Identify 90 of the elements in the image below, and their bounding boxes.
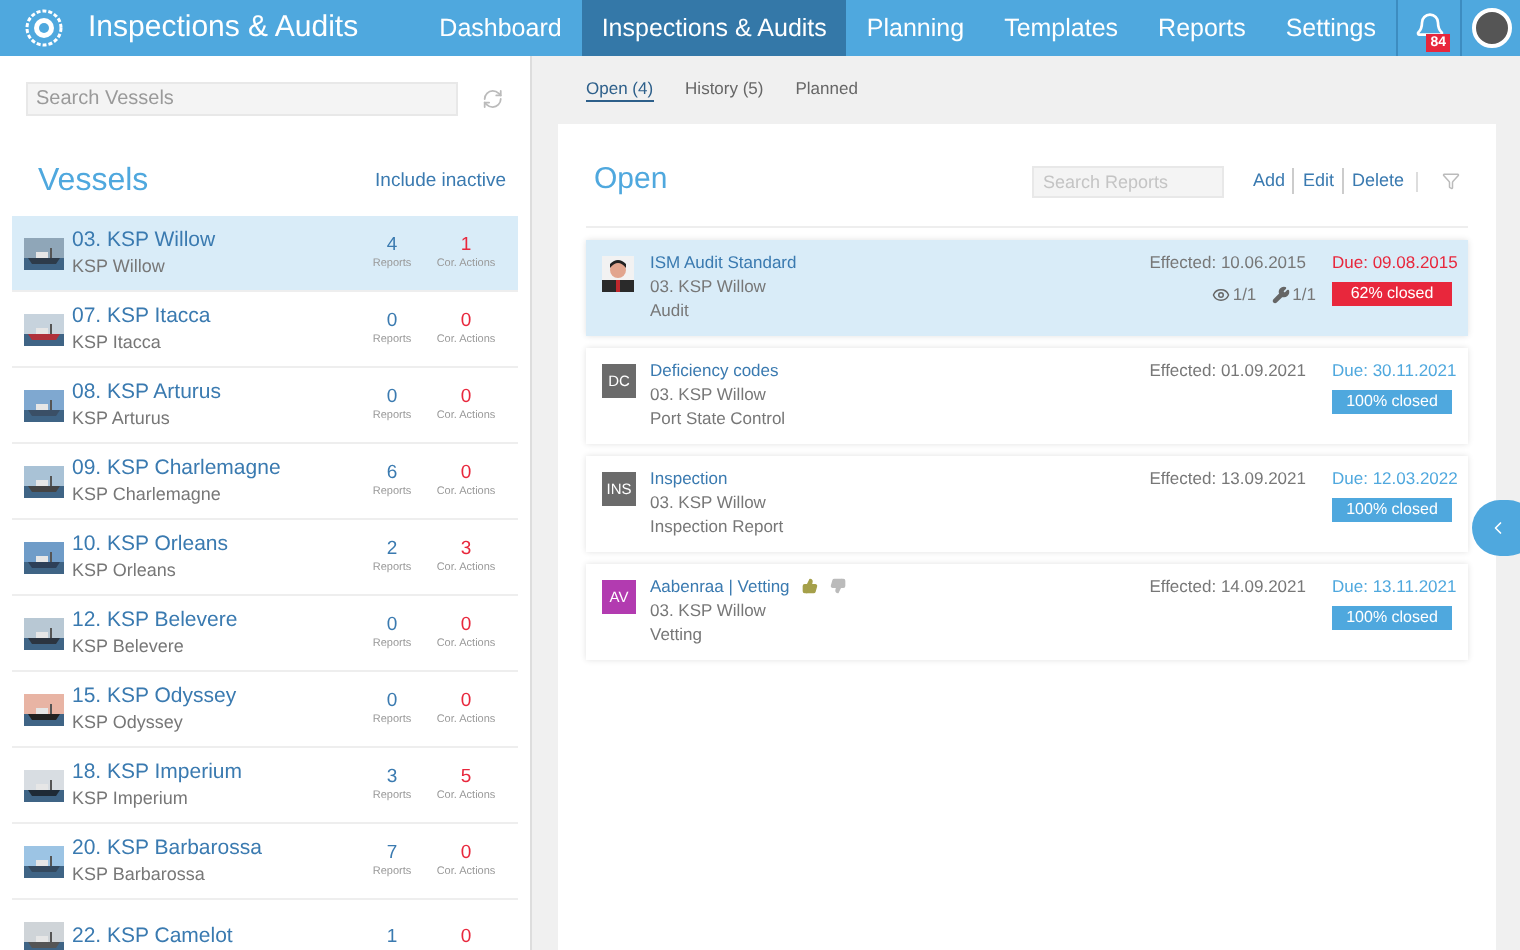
report-vessel: 03. KSP Willow [650, 274, 768, 298]
sidebar-title: Vessels [38, 162, 149, 202]
report-title: Deficiency codes [650, 358, 779, 382]
vessel-subtitle: KSP Charlemagne [72, 482, 223, 506]
reports-count: 4 [386, 234, 398, 256]
vessel-name: 18. KSP Imperium [72, 760, 245, 786]
thumbs-up-icon[interactable] [801, 578, 818, 594]
actions-count: 3 [460, 538, 472, 560]
report-vessel: 03. KSP Willow [650, 490, 768, 514]
vessel-name: 20. KSP Barbarossa [72, 836, 264, 862]
vessel-name: 15. KSP Odyssey [72, 684, 239, 710]
action-link[interactable]: Delete [1343, 167, 1412, 195]
vessel-name: 12. KSP Belevere [72, 608, 240, 634]
actions-count: 0 [460, 386, 472, 408]
nav-tab[interactable]: Reports [1138, 0, 1266, 56]
report-title: ISM Audit Standard [650, 250, 797, 274]
reports-count: 0 [386, 690, 398, 712]
reports-count: 7 [386, 842, 398, 864]
vessel-subtitle: KSP Imperium [72, 786, 190, 810]
closed-badge: 100% closed [1332, 606, 1452, 630]
wrench-icon [1272, 285, 1291, 304]
report-type: Vetting [650, 622, 704, 646]
vessel-name: 08. KSP Arturus [72, 380, 224, 406]
vessel-subtitle: KSP Itacca [72, 330, 163, 354]
report-card[interactable]: ISM Audit Standard 03. KSP Willow Audit Effected: 10.06.2015 Due: 09.08.2015 1/1 1/1 62% closed [586, 240, 1468, 336]
vessel-subtitle: KSP Orleans [72, 558, 178, 582]
action-link[interactable]: Edit [1294, 167, 1344, 195]
closed-badge: 100% closed [1332, 498, 1452, 522]
vessel-name: 07. KSP Itacca [72, 304, 213, 330]
closed-badge: 100% closed [1332, 390, 1452, 414]
reports-count: 0 [386, 310, 398, 332]
reports-count: 0 [386, 386, 398, 408]
nav-tab[interactable]: Templates [984, 0, 1139, 56]
actions-count: 0 [460, 614, 472, 636]
actions-count: 1/1 [1292, 282, 1316, 308]
nav-tab[interactable]: Dashboard [419, 0, 582, 56]
effected-date: Effected: 13.09.2021 [1149, 466, 1306, 490]
actions-count: 0 [460, 690, 472, 712]
avatar[interactable] [1471, 8, 1511, 48]
report-type: Inspection Report [650, 514, 786, 538]
actions-count: 5 [460, 766, 472, 788]
actions-count: 0 [460, 842, 472, 864]
tab[interactable]: History (5) [685, 76, 764, 102]
due-date: Due: 12.03.2022 [1332, 466, 1452, 490]
vessel-name: 10. KSP Orleans [72, 532, 231, 558]
action-link[interactable]: Add [1244, 167, 1295, 195]
report-vessel: 03. KSP Willow [650, 382, 768, 406]
actions-count: 1 [460, 234, 472, 256]
app-title: Inspections & Audits [88, 7, 359, 48]
tab[interactable]: Planned [795, 76, 858, 102]
report-title: Inspection [650, 466, 728, 490]
due-date: Due: 13.11.2021 [1332, 574, 1452, 598]
due-date: Due: 09.08.2015 [1332, 250, 1452, 274]
reports-count: 0 [386, 614, 398, 636]
report-type: Port State Control [650, 406, 788, 430]
filter-icon[interactable] [1442, 172, 1460, 190]
vessel-name: 09. KSP Charlemagne [72, 456, 283, 482]
reports-count: 1 [386, 926, 398, 948]
actions-count: 0 [460, 926, 472, 948]
report-vessel: 03. KSP Willow [650, 598, 768, 622]
eye-icon [1212, 285, 1231, 304]
vessel-subtitle: KSP Odyssey [72, 710, 185, 734]
effected-date: Effected: 14.09.2021 [1149, 574, 1306, 598]
effected-date: Effected: 10.06.2015 [1149, 250, 1306, 274]
refresh-icon[interactable] [482, 88, 504, 110]
vessel-subtitle: KSP Willow [72, 254, 167, 278]
nav-tab[interactable]: Settings [1265, 0, 1396, 56]
due-date: Due: 30.11.2021 [1332, 358, 1452, 382]
actions-count: 0 [460, 462, 472, 484]
vessel-subtitle: KSP Arturus [72, 406, 172, 430]
vessel-subtitle: KSP Belevere [72, 634, 186, 658]
report-type: Audit [650, 298, 691, 322]
logo-icon [24, 8, 64, 48]
vessel-name: 03. KSP Willow [72, 228, 218, 254]
effected-date: Effected: 01.09.2021 [1149, 358, 1306, 382]
reports-count: 6 [386, 462, 398, 484]
closed-badge: 62% closed [1332, 282, 1452, 307]
panel-title: Open [594, 160, 670, 201]
report-title: Aabenraa | Vetting [650, 574, 790, 598]
tab[interactable]: Open (4) [586, 76, 654, 102]
reports-count: 2 [386, 538, 398, 560]
views-count: 1/1 [1232, 282, 1257, 308]
vessel-subtitle: KSP Barbarossa [72, 862, 207, 886]
nav-tab[interactable]: Planning [846, 0, 985, 56]
nav-tab[interactable]: Inspections & Audits [581, 0, 847, 56]
search-field[interactable]: Search Vessels [26, 82, 459, 116]
reports-count: 3 [386, 766, 398, 788]
actions-count: 0 [460, 310, 472, 332]
vessel-name: 22. KSP Camelot [72, 924, 235, 950]
thumbs-down-icon[interactable] [829, 578, 846, 594]
